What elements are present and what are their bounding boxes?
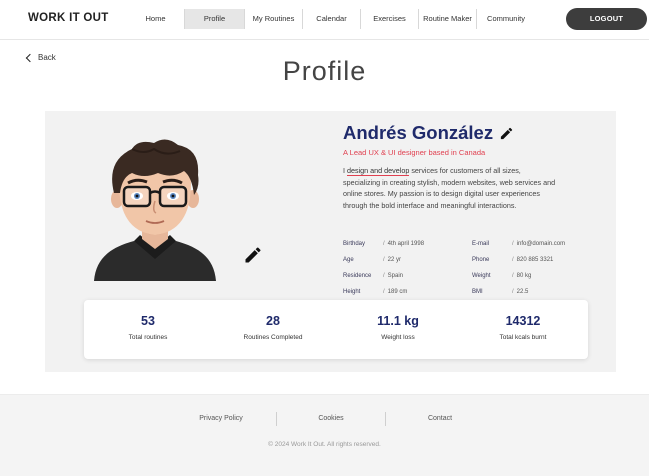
stat-value: 53: [141, 314, 155, 328]
footer-link-privacy[interactable]: Privacy Policy: [181, 412, 261, 426]
detail-value: 22 yr: [387, 257, 402, 263]
nav-my-routines[interactable]: My Routines: [245, 9, 303, 29]
brand-logo[interactable]: WORK IT OUT: [28, 12, 109, 24]
detail-value: 189 cm: [387, 289, 408, 295]
stat-label: Total routines: [128, 334, 168, 341]
nav-calendar[interactable]: Calendar: [303, 9, 361, 29]
detail-label: Residence: [343, 273, 372, 279]
logout-button[interactable]: LOGOUT: [566, 8, 647, 30]
stat-value: 11.1 kg: [377, 314, 419, 328]
stat-total-routines: 53 Total routines: [93, 314, 203, 341]
stat-value: 28: [266, 314, 280, 328]
footer-links: Privacy Policy Cookies Contact: [0, 412, 649, 426]
detail-bmi: BMI/22.5: [472, 289, 529, 295]
detail-value: 80 kg: [516, 273, 532, 279]
detail-height: Height/189 cm: [343, 289, 408, 295]
detail-label: Phone: [472, 257, 490, 263]
detail-label: BMI: [472, 289, 483, 295]
copyright: © 2024 Work It Out. All rights reserved.: [268, 441, 381, 448]
profile-bio: I design and develop services for custom…: [343, 165, 558, 211]
profile-card: Andrés González A Lead UX & UI designer …: [45, 111, 616, 372]
edit-photo-icon[interactable]: [243, 245, 263, 265]
detail-label: Weight: [472, 273, 491, 279]
footer-divider: [385, 412, 386, 426]
stat-label: Routines Completed: [243, 334, 303, 341]
footer: Privacy Policy Cookies Contact © 2024 Wo…: [0, 394, 649, 476]
nav-home[interactable]: Home: [127, 9, 185, 29]
detail-value: Spain: [387, 273, 404, 279]
detail-label: Age: [343, 257, 354, 263]
stat-label: Total kcals burnt: [499, 334, 547, 341]
nav-community[interactable]: Community: [477, 9, 535, 29]
profile-name: Andrés González: [343, 122, 494, 143]
stat-value: 14312: [505, 314, 541, 328]
page: WORK IT OUT Home Profile My Routines Cal…: [0, 0, 649, 476]
top-navbar: WORK IT OUT Home Profile My Routines Cal…: [0, 0, 649, 40]
detail-birthday: Birthday/4th april 1998: [343, 241, 425, 247]
detail-label: Birthday: [343, 241, 366, 247]
detail-age: Age/22 yr: [343, 257, 402, 263]
detail-residence: Residence / Spain: [343, 273, 404, 279]
main-nav: Home Profile My Routines Calendar Exerci…: [127, 9, 535, 29]
detail-value: 820 885 3321: [516, 257, 554, 263]
stat-routines-completed: 28 Routines Completed: [218, 314, 328, 341]
stat-label: Weight loss: [381, 334, 415, 341]
detail-value: 22.5: [516, 289, 529, 295]
detail-value: info@domain.com: [516, 241, 566, 247]
detail-email: E-mail / info@domain.com: [472, 241, 566, 247]
nav-exercises[interactable]: Exercises: [361, 9, 419, 29]
footer-link-contact[interactable]: Contact: [400, 412, 480, 426]
detail-value: 4th april 1998: [387, 241, 425, 247]
footer-link-cookies[interactable]: Cookies: [291, 412, 371, 426]
avatar: [94, 139, 216, 281]
stat-kcals-burnt: 14312 Total kcals burnt: [468, 314, 578, 341]
footer-divider: [276, 412, 277, 426]
nav-profile[interactable]: Profile: [185, 9, 245, 29]
stats-panel: 53 Total routines 28 Routines Completed …: [84, 300, 588, 359]
edit-name-icon[interactable]: [499, 126, 514, 141]
nav-routine-maker[interactable]: Routine Maker: [419, 9, 477, 29]
detail-weight: Weight/80 kg: [472, 273, 532, 279]
bio-highlight: design and develop: [347, 166, 410, 176]
name-row: Andrés González: [343, 122, 514, 144]
page-title: Profile: [282, 56, 367, 86]
detail-label: E-mail: [472, 241, 490, 247]
detail-phone: Phone/820 885 3321: [472, 257, 554, 263]
detail-label: Height: [343, 289, 361, 295]
stat-weight-loss: 11.1 kg Weight loss: [343, 314, 453, 341]
profile-subtitle: A Lead UX & UI designer based in Canada: [343, 148, 486, 157]
